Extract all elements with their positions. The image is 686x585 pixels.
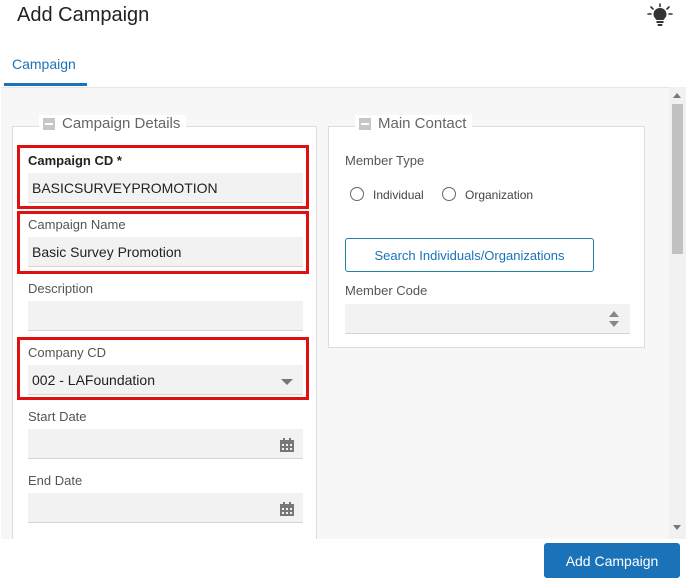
radio-individual[interactable] [350,187,364,201]
radio-individual-label[interactable]: Individual [373,188,424,202]
highlight-box [17,337,309,400]
tab-campaign-label: Campaign [12,56,76,72]
campaign-details-title: Campaign Details [62,115,181,132]
main-contact-legend[interactable]: Main Contact [355,115,473,132]
collapse-icon[interactable] [43,117,55,130]
vertical-scrollbar[interactable] [669,87,686,539]
description-label: Description [28,281,94,296]
end-date-input[interactable] [28,493,303,523]
start-date-label: Start Date [28,409,87,424]
scroll-down-icon[interactable] [673,525,681,530]
scrollbar-thumb[interactable] [672,104,683,254]
radio-organization[interactable] [442,187,456,201]
campaign-details-legend[interactable]: Campaign Details [39,115,187,132]
member-type-label: Member Type [345,153,425,168]
end-date-label: End Date [28,473,83,488]
main-contact-title: Main Contact [378,115,467,132]
highlight-box [17,211,309,274]
spinner-up-icon[interactable] [609,311,619,317]
lightbulb-icon[interactable] [646,3,674,27]
member-code-label: Member Code [345,283,428,298]
calendar-icon[interactable] [280,502,294,516]
member-code-input[interactable] [345,304,630,334]
calendar-icon[interactable] [280,438,294,452]
add-campaign-button[interactable]: Add Campaign [544,543,680,578]
search-individuals-button[interactable]: Search Individuals/Organizations [345,238,594,272]
start-date-input[interactable] [28,429,303,459]
scroll-up-icon[interactable] [673,93,681,98]
page-title: Add Campaign [17,4,150,26]
collapse-icon[interactable] [359,117,371,130]
radio-organization-label[interactable]: Organization [465,188,533,202]
description-input[interactable] [28,301,303,331]
active-tab-indicator [4,83,87,86]
highlight-box [17,145,309,209]
spinner-down-icon[interactable] [609,321,619,327]
tab-campaign[interactable]: Campaign [4,52,87,86]
